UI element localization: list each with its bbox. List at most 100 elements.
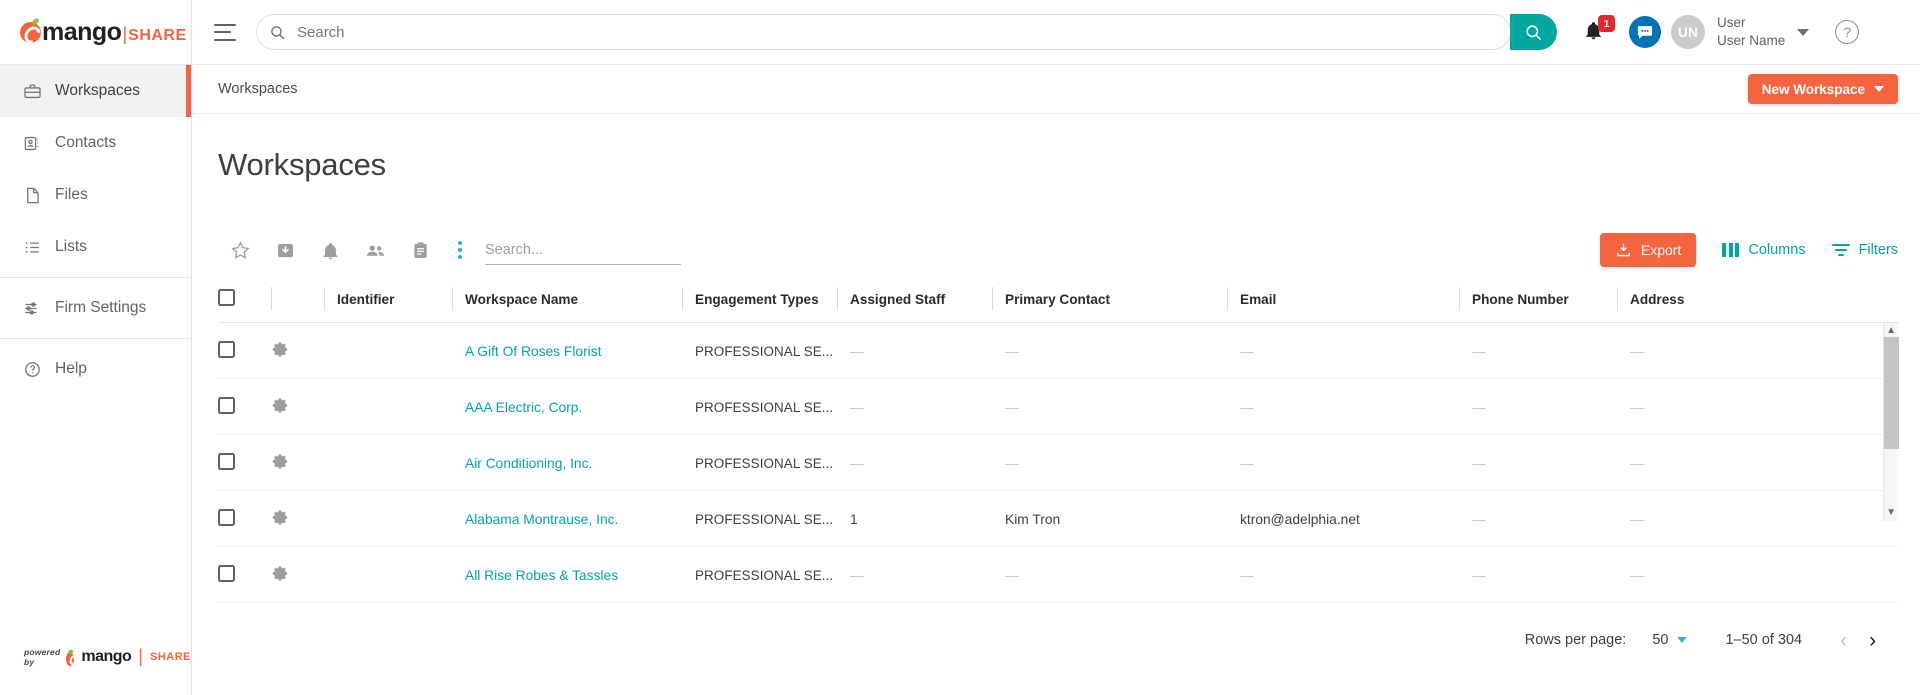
cell-address: —	[1617, 434, 1899, 491]
sidebar-divider-2	[0, 338, 191, 339]
cell-email: —	[1227, 546, 1459, 603]
column-header-phone-number[interactable]: Phone Number	[1459, 279, 1617, 323]
sidebar-divider	[0, 277, 191, 278]
previous-page-button[interactable]: ‹	[1840, 630, 1847, 651]
column-header-identifier[interactable]: Identifier	[324, 279, 452, 323]
cell-assigned-staff: —	[837, 434, 992, 491]
column-header-address[interactable]: Address	[1617, 279, 1899, 323]
user-line-1: User	[1717, 15, 1746, 31]
columns-icon	[1722, 243, 1740, 257]
table-scrollbar[interactable]: ▲ ▼	[1883, 323, 1900, 521]
rows-per-page-select[interactable]: 50	[1646, 632, 1688, 648]
workspaces-table: Identifier Workspace Name Engagement Typ…	[218, 279, 1899, 603]
table-row[interactable]: A Gift Of Roses Florist PROFESSIONAL SE.…	[218, 322, 1899, 379]
breadcrumb[interactable]: Workspaces	[218, 81, 298, 97]
column-header-email[interactable]: Email	[1227, 279, 1459, 323]
file-icon	[22, 185, 42, 205]
cell-primary-contact: —	[992, 434, 1227, 491]
export-button[interactable]: Export	[1599, 233, 1697, 267]
sidebar-item-contacts[interactable]: Contacts	[0, 117, 191, 169]
sidebar-item-help[interactable]: Help	[0, 343, 191, 395]
workspace-link[interactable]: Air Conditioning, Inc.	[465, 456, 592, 471]
row-checkbox[interactable]	[218, 453, 235, 470]
row-select-cell	[218, 378, 271, 435]
star-icon[interactable]	[218, 230, 263, 270]
workspace-link[interactable]: Alabama Montrause, Inc.	[465, 512, 618, 527]
columns-button[interactable]: Columns	[1722, 242, 1806, 258]
sidebar-item-firm-settings[interactable]: Firm Settings	[0, 282, 191, 334]
sidebar-item-workspaces[interactable]: Workspaces	[0, 65, 191, 117]
chat-button[interactable]	[1629, 16, 1661, 48]
footer-brand-divider: |	[138, 646, 143, 666]
row-checkbox[interactable]	[218, 565, 235, 582]
gear-icon	[272, 454, 288, 469]
cell-engagement-types: PROFESSIONAL SE...	[682, 378, 837, 435]
new-workspace-button[interactable]: New Workspace	[1747, 74, 1899, 104]
clipboard-icon[interactable]	[398, 230, 443, 270]
help-icon[interactable]: ?	[1835, 20, 1860, 44]
more-vertical-icon[interactable]	[443, 241, 477, 259]
table-row[interactable]: All Rise Robes & Tassles PROFESSIONAL SE…	[218, 546, 1899, 603]
cell-identifier	[324, 322, 452, 379]
new-workspace-label: New Workspace	[1761, 81, 1866, 97]
workspace-link[interactable]: A Gift Of Roses Florist	[465, 344, 601, 359]
search-icon	[257, 24, 297, 41]
filter-icon	[1831, 244, 1850, 256]
toolbar-actions: Export Columns Filters	[1599, 233, 1898, 267]
bell-icon[interactable]	[308, 230, 353, 270]
table-row[interactable]: AAA Electric, Corp. PROFESSIONAL SE... —…	[218, 378, 1899, 435]
row-checkbox[interactable]	[218, 341, 235, 358]
cell-primary-contact: —	[992, 322, 1227, 379]
sidebar-item-files[interactable]: Files	[0, 169, 191, 221]
table-row[interactable]: Alabama Montrause, Inc. PROFESSIONAL SE.…	[218, 490, 1899, 547]
row-checkbox[interactable]	[218, 509, 235, 526]
top-bar: 1 UN User User Name ?	[192, 0, 1920, 65]
sidebar-item-label: Firm Settings	[55, 299, 147, 316]
filters-button[interactable]: Filters	[1831, 242, 1898, 258]
search-submit-button[interactable]	[1510, 14, 1557, 50]
brand-name: mango	[42, 17, 122, 46]
list-icon	[22, 237, 42, 257]
cell-address: —	[1617, 378, 1899, 435]
cell-identifier	[324, 490, 452, 547]
hamburger-icon[interactable]	[214, 23, 236, 41]
cell-identifier	[324, 546, 452, 603]
table-toolbar: Export Columns Filters	[218, 227, 1898, 273]
sidebar-item-lists[interactable]: Lists	[0, 221, 191, 273]
people-icon[interactable]	[353, 230, 398, 270]
actions-header	[271, 279, 324, 323]
column-header-primary-contact[interactable]: Primary Contact	[992, 279, 1227, 323]
mango-logo-icon-small	[66, 651, 75, 666]
user-line-2: User Name	[1717, 33, 1786, 48]
select-all-checkbox[interactable]	[218, 289, 235, 306]
cell-engagement-types: PROFESSIONAL SE...	[682, 434, 837, 491]
notifications-button[interactable]: 1	[1583, 15, 1615, 45]
row-checkbox[interactable]	[218, 397, 235, 414]
workspace-link[interactable]: All Rise Robes & Tassles	[465, 568, 618, 583]
column-header-workspace-name[interactable]: Workspace Name	[452, 279, 682, 323]
cell-email: —	[1227, 322, 1459, 379]
sidebar: mango | SHARE Workspaces Contacts Files …	[0, 0, 192, 695]
row-settings-cell	[271, 434, 324, 491]
row-settings-cell	[271, 546, 324, 603]
archive-icon[interactable]	[263, 230, 308, 270]
sidebar-item-label: Files	[55, 186, 88, 203]
table-body: A Gift Of Roses Florist PROFESSIONAL SE.…	[218, 322, 1899, 603]
workspace-link[interactable]: AAA Electric, Corp.	[465, 400, 582, 415]
column-header-assigned-staff[interactable]: Assigned Staff	[837, 279, 992, 323]
chat-bubble-icon	[1637, 26, 1653, 39]
next-page-button[interactable]: ›	[1869, 630, 1876, 651]
table-row[interactable]: Air Conditioning, Inc. PROFESSIONAL SE..…	[218, 434, 1899, 491]
page-title: Workspaces	[218, 147, 386, 182]
column-header-engagement-types[interactable]: Engagement Types	[682, 279, 837, 323]
user-menu[interactable]: UN User User Name	[1671, 14, 1810, 50]
scrollbar-thumb[interactable]	[1884, 337, 1900, 449]
scroll-down-arrow[interactable]: ▼	[1886, 505, 1896, 521]
cell-assigned-staff: —	[837, 322, 992, 379]
global-search[interactable]	[256, 14, 1511, 50]
brand-logo[interactable]: mango | SHARE	[0, 0, 191, 65]
table-search-input[interactable]	[485, 235, 681, 265]
search-input[interactable]	[297, 23, 1510, 41]
content-area: Workspaces Search... Export Columns Filt…	[192, 114, 1920, 695]
user-name-block: User User Name	[1717, 14, 1785, 50]
